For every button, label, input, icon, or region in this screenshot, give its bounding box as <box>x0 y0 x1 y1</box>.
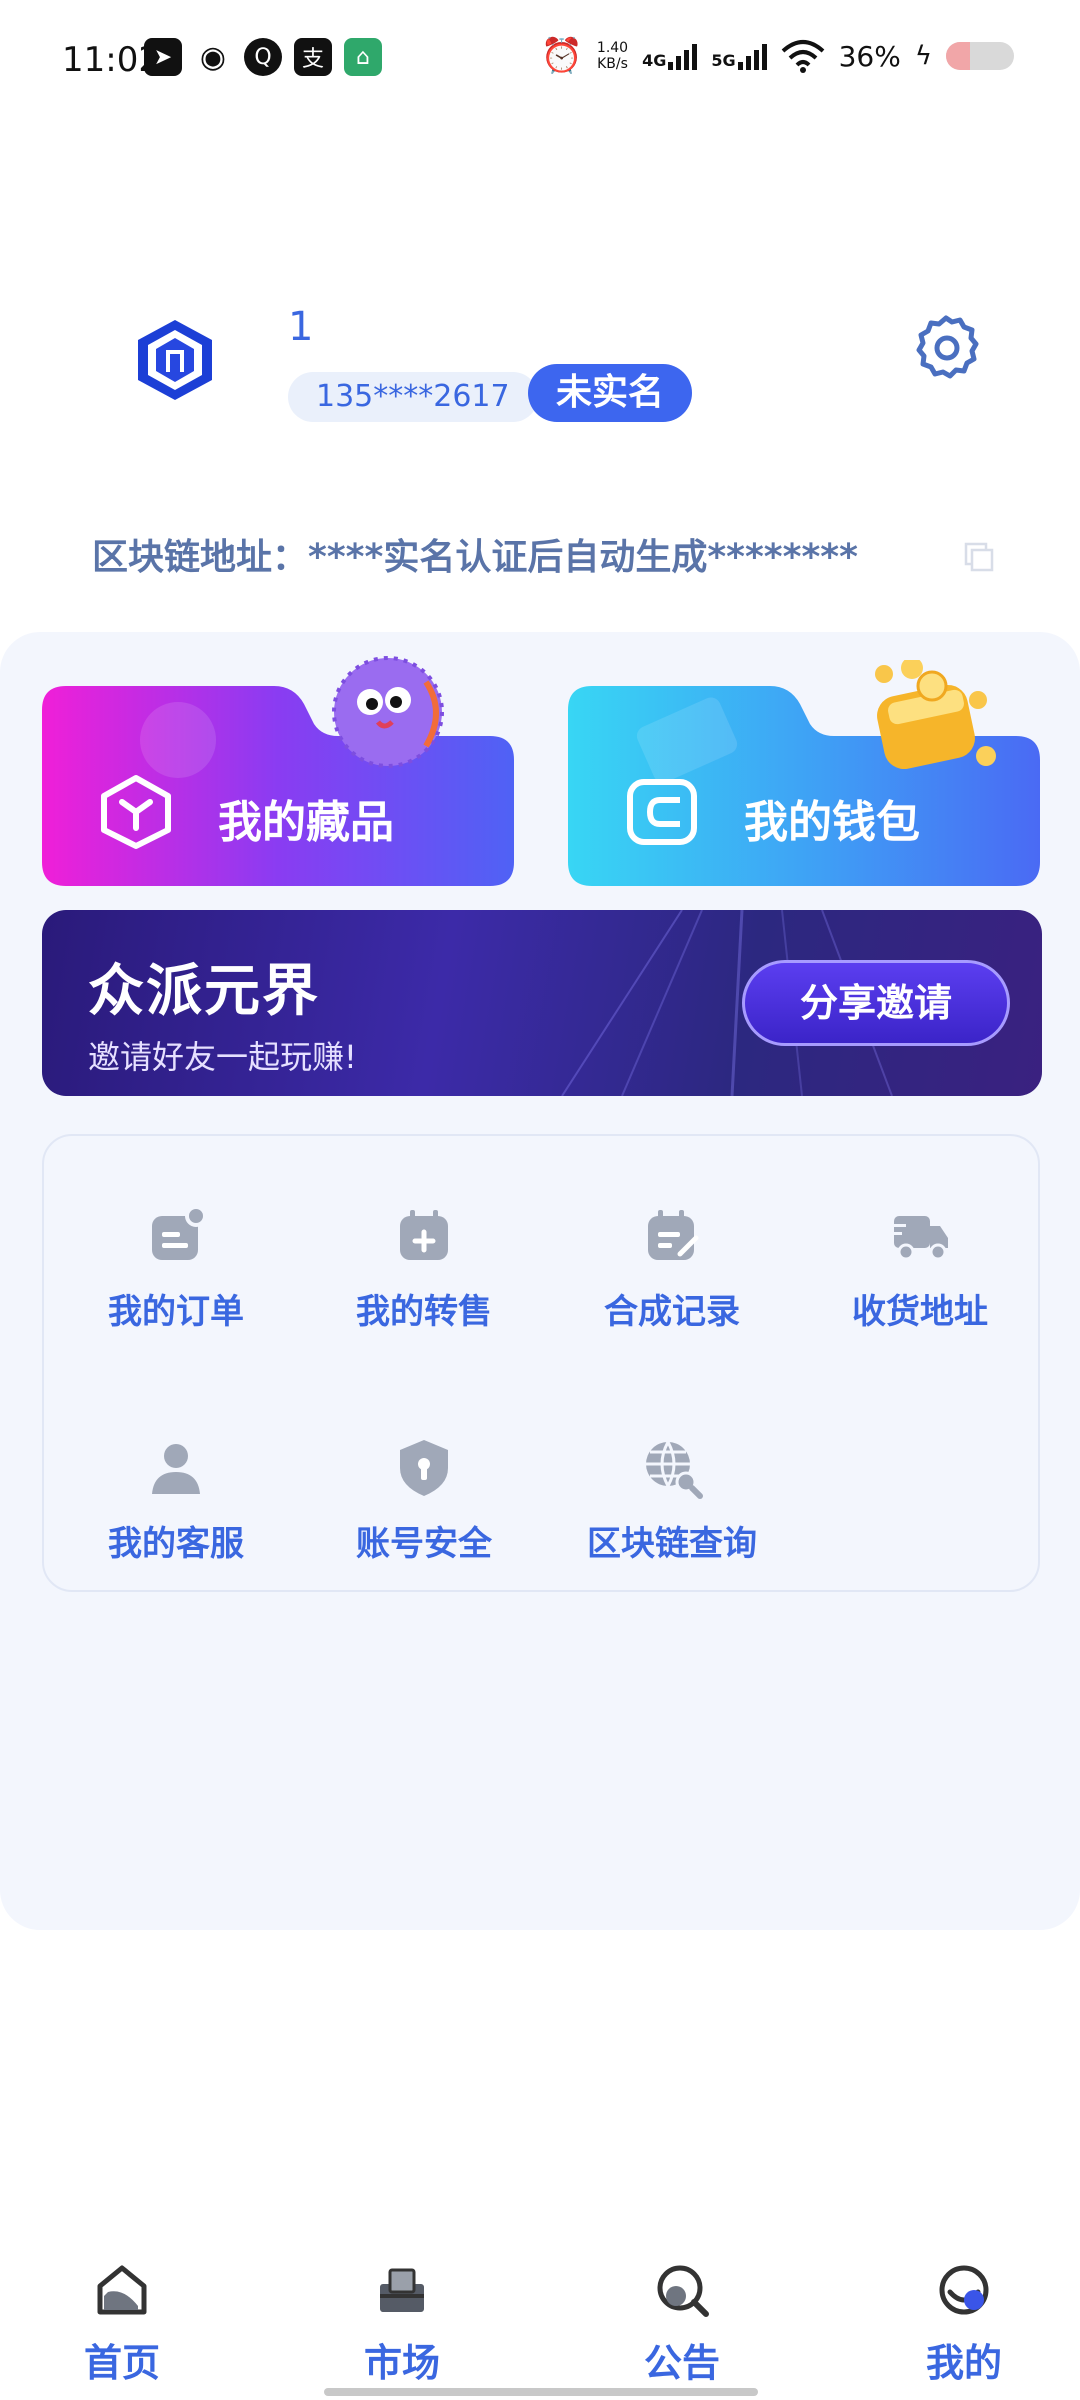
menu-item-label: 账号安全 <box>356 1524 492 1564</box>
invite-banner[interactable]: 众派元界 邀请好友一起玩赚! 分享邀请 <box>42 910 1042 1096</box>
blockchain-address-label: 区块链地址： <box>92 537 309 578</box>
nav-label: 公告 <box>643 2341 720 2385</box>
telegram-icon: ➤ <box>144 38 182 76</box>
home-indicator[interactable] <box>324 2388 758 2396</box>
app-logo-icon <box>138 320 212 400</box>
shield-lock-icon <box>400 1440 448 1496</box>
charging-icon: ϟ <box>914 41 932 71</box>
net-speed: 1.40 KB/s <box>596 40 629 72</box>
share-invite-button[interactable]: 分享邀请 <box>742 960 1010 1046</box>
my-collection-label: 我的藏品 <box>218 797 394 848</box>
wifi-icon <box>781 40 824 73</box>
battery-percent: 36% <box>838 39 901 73</box>
menu-item-resale[interactable]: 我的转售 <box>324 1204 524 1333</box>
notification-icons: ➤ ◉ Q 支 ⌂ <box>144 38 382 76</box>
menu-item-label: 区块链查询 <box>587 1524 757 1564</box>
nav-label: 我的 <box>925 2341 1002 2385</box>
delivery-truck-icon <box>890 1216 948 1261</box>
signal-bars-icon <box>668 42 698 70</box>
menu-item-orders[interactable]: 我的订单 <box>76 1204 276 1333</box>
globe-search-icon <box>646 1441 703 1499</box>
fluffy-mascot-icon <box>332 656 444 768</box>
bottom-nav: 首页 市场 公告 我的 <box>0 2250 1080 2400</box>
menu-item-label: 我的转售 <box>356 1292 492 1332</box>
signal-5g: 5G <box>711 42 767 70</box>
nav-profile[interactable]: 我的 <box>884 2262 1044 2387</box>
menu-item-label: 我的客服 <box>108 1524 244 1564</box>
menu-item-label: 收货地址 <box>852 1292 988 1332</box>
menu-item-customer-service[interactable]: 我的客服 <box>76 1436 276 1565</box>
cube-icon <box>101 775 171 849</box>
avatar[interactable] <box>108 292 242 426</box>
nav-announcement[interactable]: 公告 <box>602 2262 762 2387</box>
nav-home[interactable]: 首页 <box>42 2262 202 2387</box>
menu-item-blockchain-query[interactable]: 区块链查询 <box>572 1436 772 1565</box>
announcement-icon <box>657 2265 709 2317</box>
menu-grid: 我的订单 我的转售 合成记录 收货地址 我的客服 账号安全 区块链查询 <box>42 1134 1040 1592</box>
signal-4g: 4G <box>642 42 698 70</box>
banner-subtitle: 邀请好友一起玩赚! <box>88 1038 357 1076</box>
banner-title: 众派元界 <box>88 959 320 1024</box>
blockchain-address-value: ****实名认证后自动生成******** <box>308 537 858 578</box>
synthesis-record-icon <box>648 1210 699 1260</box>
chat-icon: Q <box>244 38 282 76</box>
menu-item-account-security[interactable]: 账号安全 <box>324 1436 524 1565</box>
home-app-icon: ⌂ <box>344 38 382 76</box>
home-icon <box>97 2265 147 2315</box>
copy-icon[interactable] <box>962 540 996 574</box>
phone-number: 135****2617 <box>288 372 538 422</box>
alarm-icon: ⏰ <box>540 36 583 76</box>
gear-icon[interactable] <box>910 312 982 384</box>
signal-bars-icon <box>737 42 767 70</box>
menu-item-label: 我的订单 <box>108 1292 244 1332</box>
menu-item-synthesis-record[interactable]: 合成记录 <box>572 1204 772 1333</box>
my-wallet-card[interactable]: 我的钱包 <box>568 660 1040 886</box>
nav-market[interactable]: 市场 <box>322 2262 482 2387</box>
customer-service-icon <box>152 1444 200 1494</box>
nav-label: 市场 <box>363 2341 440 2385</box>
battery-icon <box>946 42 1014 70</box>
realname-status-badge[interactable]: 未实名 <box>528 364 693 422</box>
nav-label: 首页 <box>83 2341 160 2385</box>
market-icon <box>380 2268 424 2312</box>
my-wallet-label: 我的钱包 <box>744 797 920 848</box>
username: 1 <box>288 304 314 350</box>
resale-icon <box>400 1210 448 1260</box>
menu-item-delivery-address[interactable]: 收货地址 <box>820 1204 1020 1333</box>
wallet-icon <box>627 779 697 845</box>
status-bar: 11:02 ➤ ◉ Q 支 ⌂ ⏰ 1.40 KB/s 4G 5G 36% ϟ <box>0 0 1080 120</box>
gold-wallet-coins-icon <box>875 660 996 770</box>
my-collection-card[interactable]: 我的藏品 <box>42 656 514 886</box>
weibo-icon: ◉ <box>194 38 232 76</box>
alipay-icon: 支 <box>294 38 332 76</box>
blockchain-address-row: 区块链地址： ****实名认证后自动生成******** <box>92 528 858 580</box>
profile-icon <box>939 2265 989 2315</box>
order-icon <box>152 1205 207 1260</box>
menu-item-label: 合成记录 <box>604 1292 740 1332</box>
